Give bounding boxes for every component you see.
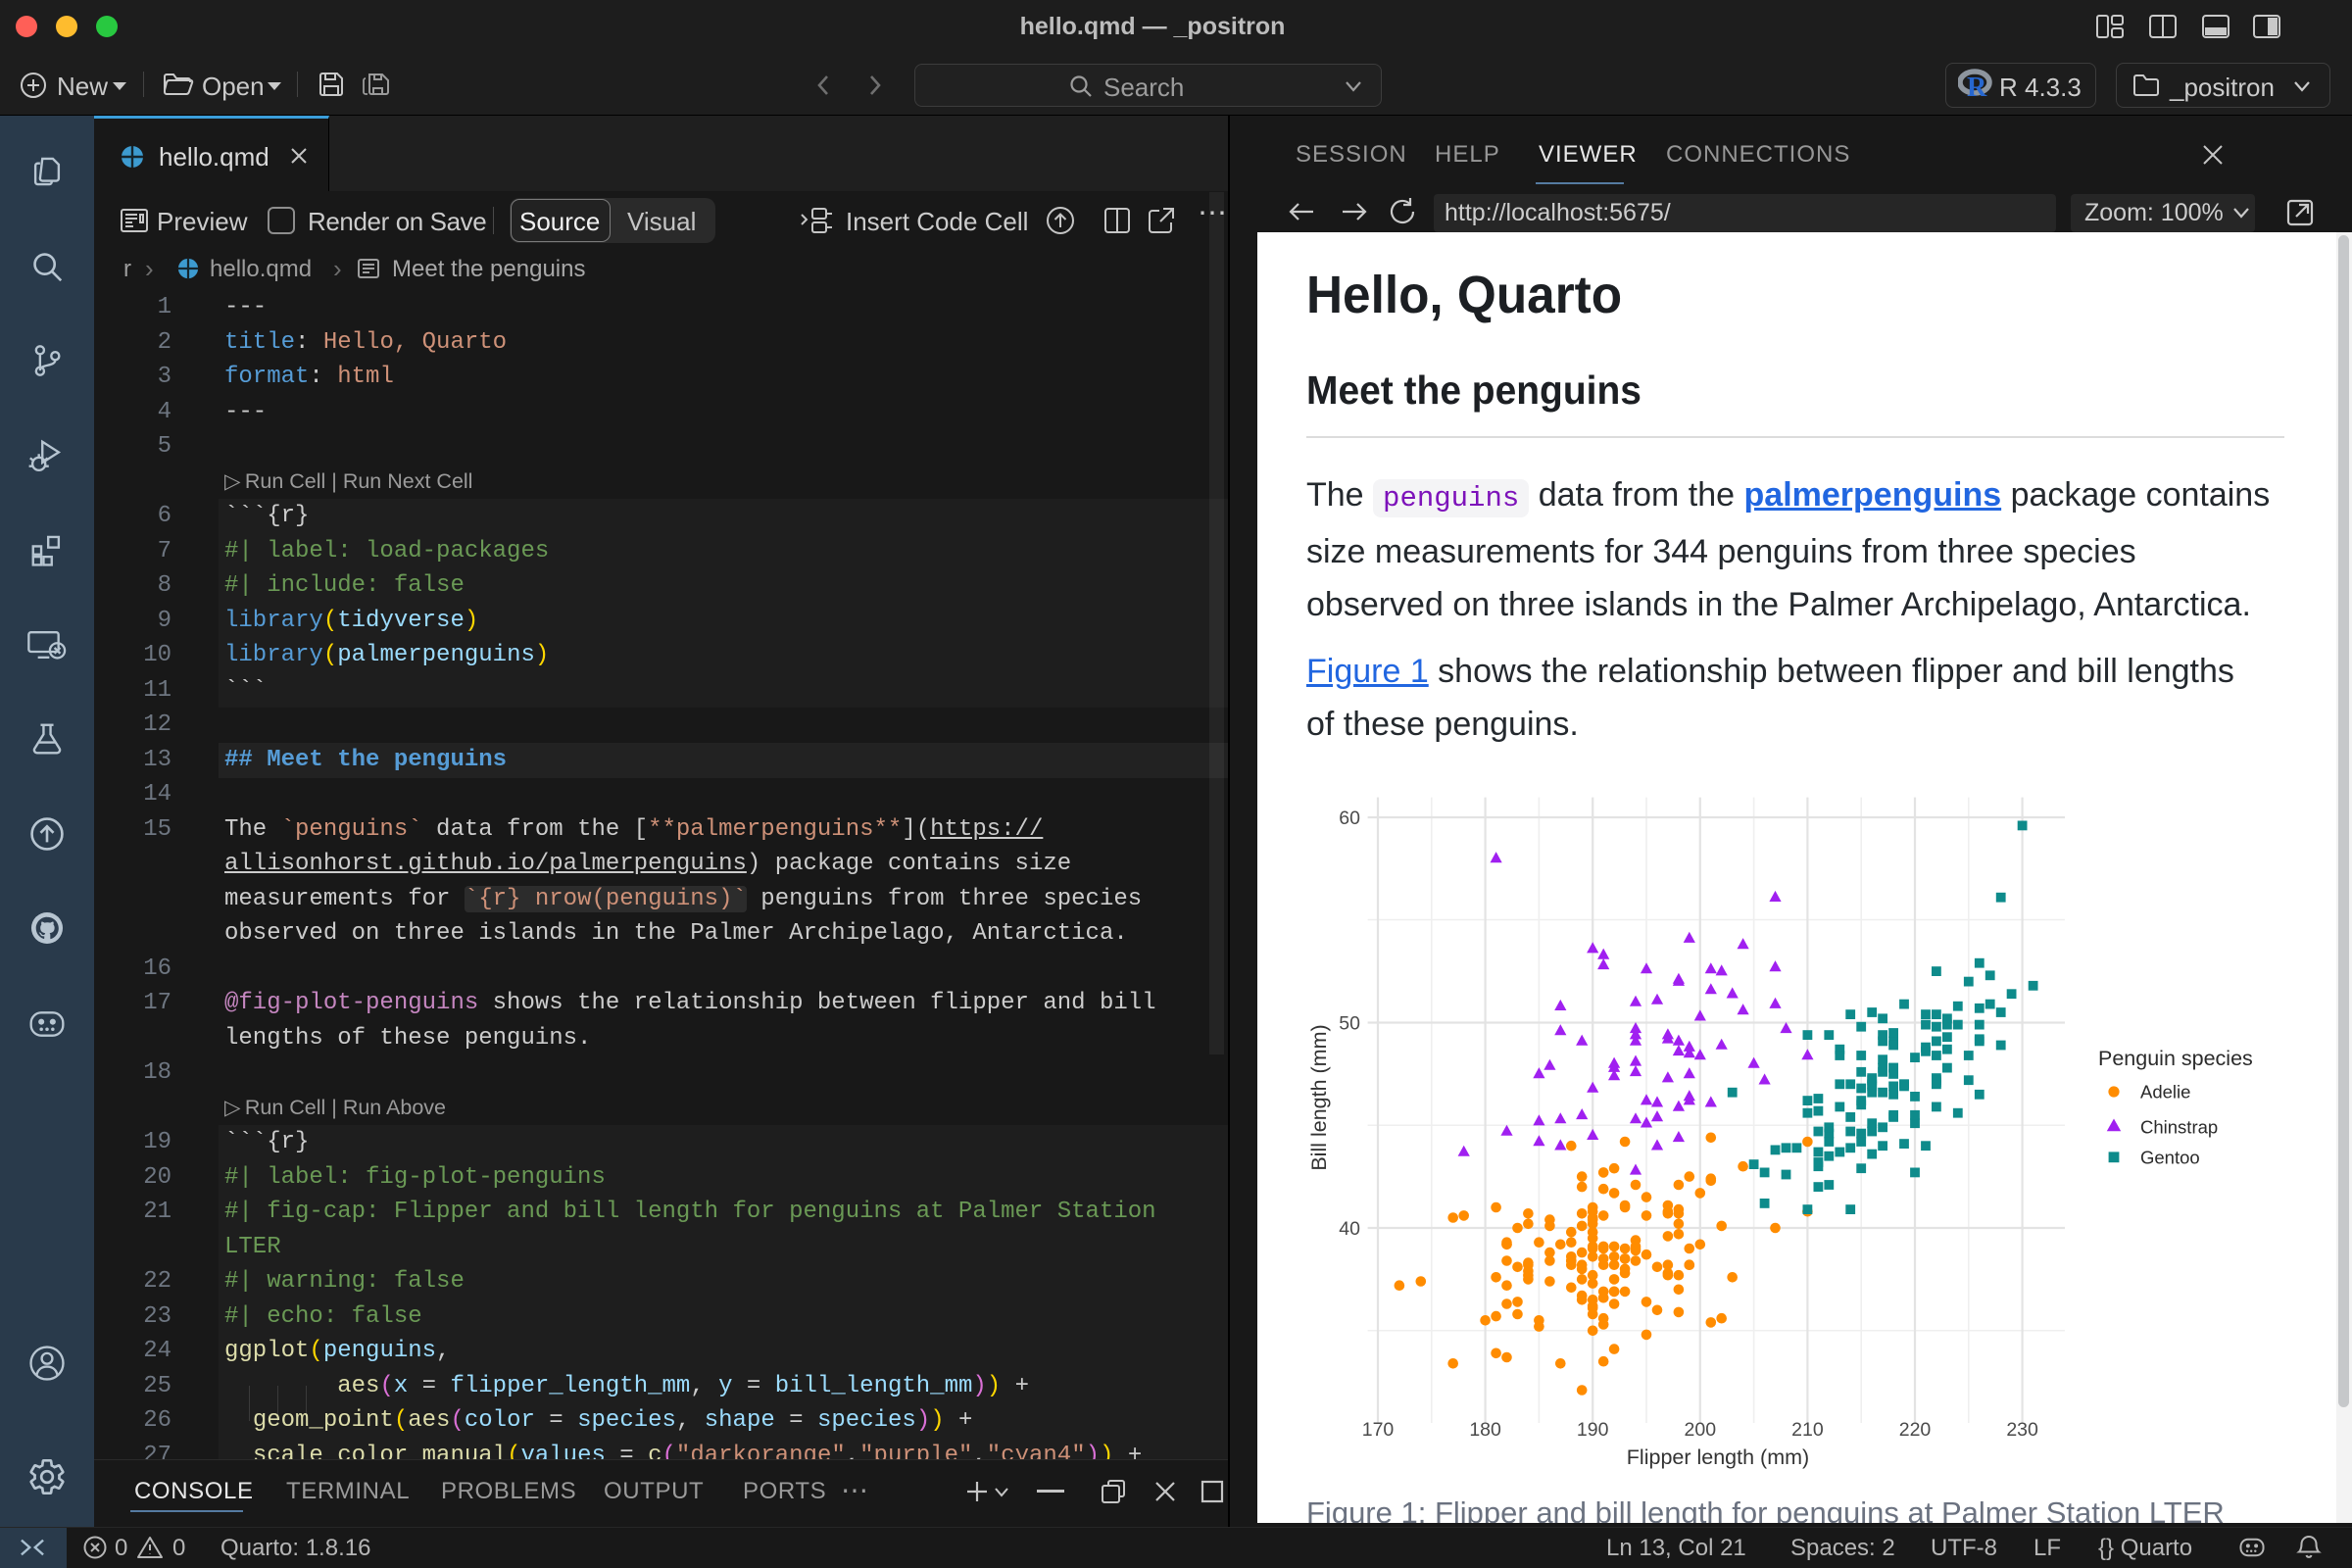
svg-text:210: 210	[1791, 1419, 1824, 1441]
svg-text:180: 180	[1469, 1419, 1501, 1441]
svg-text:230: 230	[2006, 1419, 2038, 1441]
svg-text:Bill length (mm): Bill length (mm)	[1307, 1024, 1331, 1170]
svg-text:Adelie: Adelie	[2140, 1082, 2190, 1102]
svg-text:40: 40	[1339, 1218, 1360, 1240]
svg-text:50: 50	[1339, 1013, 1360, 1035]
svg-text:170: 170	[1362, 1419, 1395, 1441]
svg-text:190: 190	[1577, 1419, 1609, 1441]
svg-text:220: 220	[1899, 1419, 1932, 1441]
svg-text:Chinstrap: Chinstrap	[2140, 1117, 2218, 1138]
svg-text:R: R	[1967, 73, 1987, 100]
svg-text:Gentoo: Gentoo	[2140, 1148, 2200, 1168]
svg-text:Penguin species: Penguin species	[2098, 1047, 2253, 1070]
svg-text:200: 200	[1685, 1419, 1717, 1441]
svg-text:60: 60	[1339, 808, 1360, 829]
svg-text:Flipper length (mm): Flipper length (mm)	[1627, 1446, 1809, 1469]
